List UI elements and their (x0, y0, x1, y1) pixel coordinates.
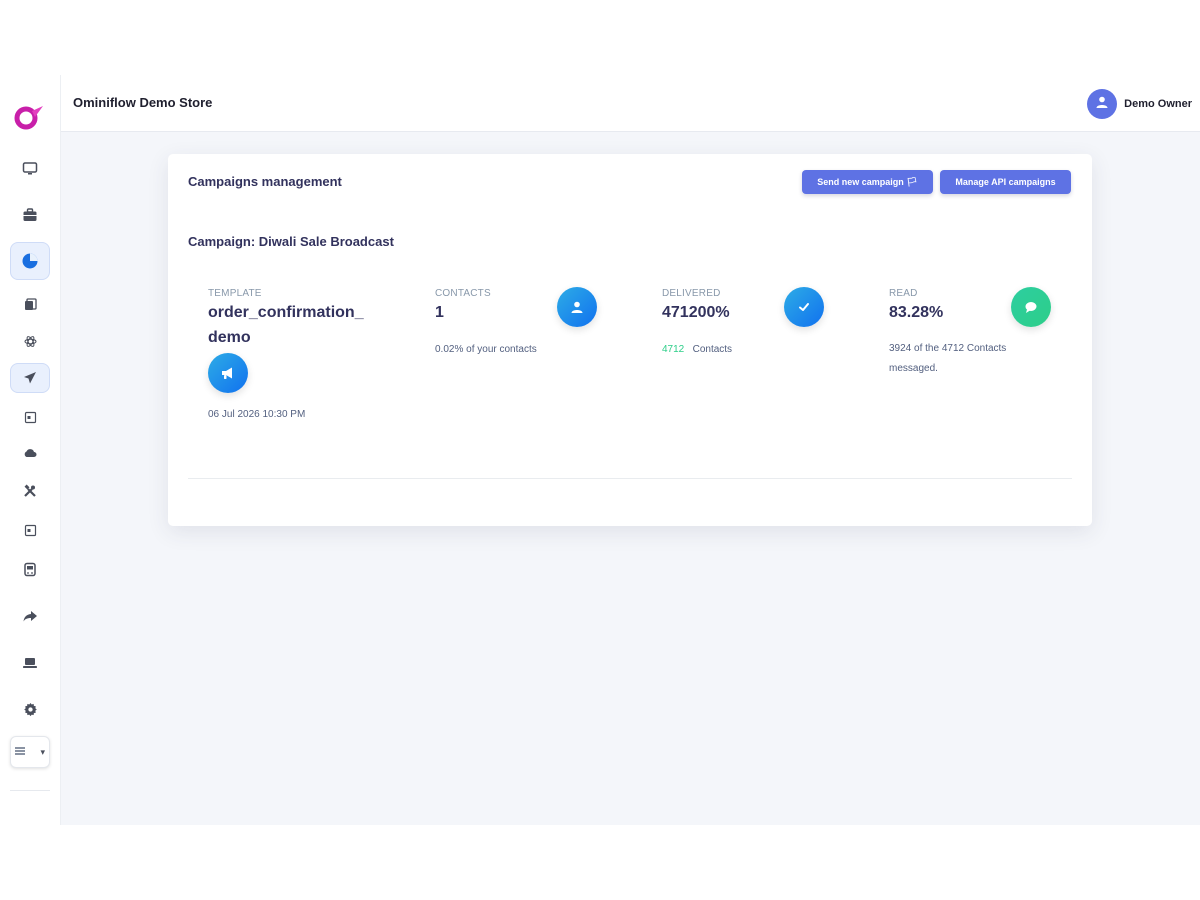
stat-label: DELIVERED (662, 288, 721, 299)
sidebar-divider (10, 790, 50, 791)
pie-chart-icon (21, 252, 39, 270)
megaphone-icon (208, 353, 248, 393)
stat-template: TEMPLATE order_confirmation_ demo (208, 288, 364, 347)
form-icon (24, 411, 37, 424)
sidebar-item-devices[interactable] (10, 645, 50, 681)
check-icon (784, 287, 824, 327)
share-icon (22, 608, 38, 624)
stat-contacts: CONTACTS 1 (435, 288, 491, 322)
card-divider (188, 478, 1072, 479)
user-icon (1095, 95, 1109, 114)
store-name: Ominiflow Demo Store (73, 95, 213, 110)
sidebar-item-share[interactable] (10, 598, 50, 634)
flag-icon (15, 747, 25, 757)
sidebar-item-tools[interactable] (12, 476, 48, 506)
manage-api-campaigns-button[interactable]: Manage API campaigns (940, 170, 1071, 194)
sidebar-item-forms[interactable] (12, 402, 48, 432)
delivered-count: 4712 (662, 344, 685, 355)
read-summary-line2: messaged. (889, 363, 938, 374)
laptop-icon (22, 656, 38, 670)
avatar[interactable] (1087, 89, 1118, 119)
send-new-campaign-button[interactable]: Send new campaign 🏳 (802, 170, 933, 194)
chat-bubble-icon (1011, 287, 1051, 327)
read-summary: 3924 of the 4712 Contacts messaged. (889, 339, 1006, 379)
stat-label: READ (889, 288, 918, 299)
read-summary-line1: 3924 of the 4712 Contacts (889, 343, 1007, 354)
top-header: Ominiflow Demo Store Demo Owner (61, 75, 1200, 132)
sidebar-item-cloud[interactable] (12, 438, 48, 468)
sidebar-item-templates[interactable] (12, 289, 48, 319)
stat-value: 1 (435, 304, 444, 321)
sidebar-item-transport[interactable] (10, 552, 50, 588)
stat-delivered: DELIVERED 471200% (662, 288, 730, 322)
delivered-count-suffix: Contacts (692, 344, 733, 355)
template-date: 06 Jul 2026 10:30 PM (208, 409, 306, 420)
sidebar-item-settings[interactable] (10, 691, 50, 727)
paper-plane-icon (23, 371, 37, 385)
card-title: Campaigns management (188, 174, 342, 189)
form-icon (24, 524, 37, 537)
campaign-title: Campaign: Diwali Sale Broadcast (188, 234, 394, 249)
language-select[interactable]: ▾ (10, 736, 50, 768)
briefcase-icon (22, 207, 38, 223)
contacts-percent: 0.02% of your contacts (435, 344, 537, 355)
sidebar-item-business[interactable] (10, 197, 50, 233)
user-icon (557, 287, 597, 327)
user-menu[interactable]: Demo Owner (1087, 89, 1192, 119)
atom-icon (24, 335, 37, 348)
stat-read: READ 83.28% (889, 288, 943, 322)
sidebar-item-analytics[interactable] (10, 242, 50, 280)
campaigns-card: Campaigns management Send new campaign 🏳… (168, 154, 1092, 526)
logo-icon[interactable] (13, 103, 45, 131)
delivered-contacts: 4712 Contacts (662, 344, 732, 355)
stat-label: CONTACTS (435, 288, 491, 299)
user-name[interactable]: Demo Owner (1124, 98, 1192, 110)
copy-icon (24, 297, 37, 311)
template-name-line1: order_confirmation_ (208, 304, 364, 321)
gear-icon (23, 702, 38, 717)
template-name-line2: demo (208, 329, 251, 346)
tools-icon (23, 484, 37, 498)
stat-label: TEMPLATE (208, 288, 262, 299)
stat-value: 471200% (662, 304, 730, 321)
sidebar-item-integrations[interactable] (12, 326, 48, 356)
cloud-icon (23, 447, 37, 459)
bus-icon (22, 562, 38, 578)
sidebar-item-dashboard[interactable] (10, 151, 50, 187)
sidebar-item-forms-2[interactable] (12, 515, 48, 545)
stat-value: 83.28% (889, 304, 944, 321)
monitor-icon (22, 161, 38, 177)
caret-down-icon: ▾ (40, 746, 45, 757)
sidebar: ▾ (0, 75, 61, 825)
app-window: ▾ Ominiflow Demo Store Demo Owner Campai… (0, 75, 1200, 825)
sidebar-item-campaigns[interactable] (10, 363, 50, 393)
